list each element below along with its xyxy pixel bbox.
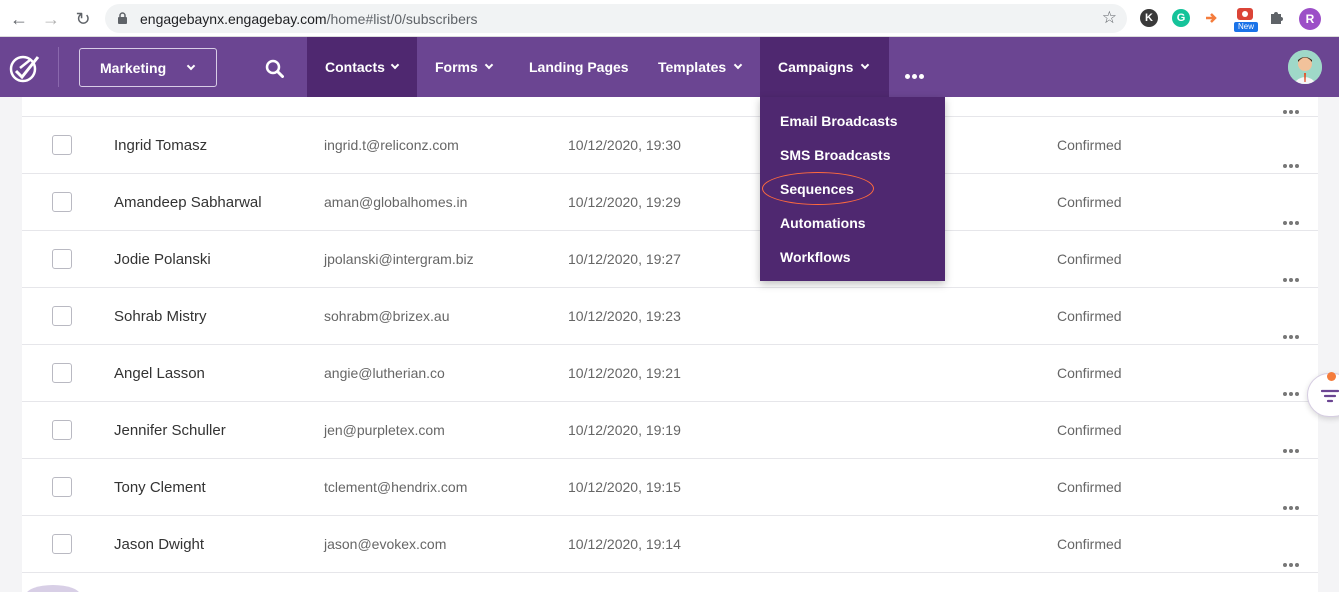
forward-arrow-icon[interactable]: → [40, 8, 62, 30]
puzzle-icon[interactable] [1268, 9, 1285, 26]
extension-k-icon[interactable]: K [1140, 9, 1158, 27]
table-row: Jennifer Schuller jen@purpletex.com 10/1… [22, 402, 1318, 459]
subscriber-email: angie@lutherian.co [324, 365, 445, 381]
table-row: Tony Clement tclement@hendrix.com 10/12/… [22, 459, 1318, 516]
subscriber-date: 10/12/2020, 19:14 [568, 536, 681, 552]
row-menu-icon[interactable] [1283, 497, 1301, 510]
row-menu-icon[interactable] [1283, 554, 1301, 567]
table-row: Amandeep Sabharwal aman@globalhomes.in 1… [22, 174, 1318, 231]
extension-arrow-icon[interactable] [1203, 9, 1221, 27]
subscriber-date: 10/12/2020, 19:15 [568, 479, 681, 495]
lock-icon [118, 12, 127, 24]
menu-item-automations[interactable]: Automations [780, 215, 866, 231]
subscriber-date: 10/12/2020, 19:29 [568, 194, 681, 210]
subscriber-status: Confirmed [1057, 194, 1122, 210]
row-menu-icon[interactable] [1283, 155, 1301, 168]
table-row: Jodie Polanski jpolanski@intergram.biz 1… [22, 231, 1318, 288]
row-menu-icon[interactable] [1283, 269, 1301, 282]
subscriber-name[interactable]: Jodie Polanski [114, 251, 211, 268]
browser-toolbar: ← → ↻ engagebaynx.engagebay.com/home#lis… [0, 0, 1339, 37]
subscriber-email: sohrabm@brizex.au [324, 308, 450, 324]
subscriber-name[interactable]: Amandeep Sabharwal [114, 194, 262, 211]
subscriber-email: jpolanski@intergram.biz [324, 251, 474, 267]
subscriber-status: Confirmed [1057, 422, 1122, 438]
subscriber-date: 10/12/2020, 19:19 [568, 422, 681, 438]
star-icon[interactable]: ☆ [1102, 8, 1117, 28]
address-bar[interactable]: engagebaynx.engagebay.com/home#list/0/su… [105, 4, 1127, 33]
row-menu-icon[interactable] [1283, 440, 1301, 453]
subscriber-status: Confirmed [1057, 365, 1122, 381]
menu-item-sms-broadcasts[interactable]: SMS Broadcasts [780, 147, 890, 163]
subscriber-status: Confirmed [1057, 536, 1122, 552]
table-row: Angel Lasson angie@lutherian.co 10/12/20… [22, 345, 1318, 402]
subscriber-status: Confirmed [1057, 251, 1122, 267]
row-checkbox[interactable] [52, 477, 72, 497]
reload-icon[interactable]: ↻ [72, 8, 94, 30]
row-checkbox[interactable] [52, 249, 72, 269]
grammarly-icon[interactable]: G [1172, 9, 1190, 27]
row-checkbox[interactable] [52, 363, 72, 383]
extension-camera-icon[interactable] [1236, 7, 1254, 21]
profile-avatar[interactable]: R [1299, 8, 1321, 30]
url-host: engagebaynx.engagebay.com [140, 11, 327, 27]
subscriber-name[interactable]: Sohrab Mistry [114, 308, 207, 325]
back-arrow-icon[interactable]: ← [8, 8, 30, 30]
row-checkbox[interactable] [52, 306, 72, 326]
subscriber-email: aman@globalhomes.in [324, 194, 468, 210]
row-menu-icon[interactable] [1283, 326, 1301, 339]
row-checkbox[interactable] [52, 534, 72, 554]
subscriber-email: jen@purpletex.com [324, 422, 445, 438]
table-row: Sohrab Mistry sohrabm@brizex.au 10/12/20… [22, 288, 1318, 345]
filter-icon [1321, 389, 1339, 403]
table-row [22, 60, 1318, 117]
filter-indicator-dot [1327, 372, 1336, 381]
subscriber-date: 10/12/2020, 19:21 [568, 365, 681, 381]
subscriber-name[interactable]: Tony Clement [114, 479, 206, 496]
subscriber-email: ingrid.t@reliconz.com [324, 137, 459, 153]
row-checkbox[interactable] [52, 135, 72, 155]
url-path: /home#list/0/subscribers [326, 11, 478, 27]
subscriber-email: tclement@hendrix.com [324, 479, 468, 495]
sequences-highlight-annotation [762, 172, 874, 205]
row-checkbox[interactable] [52, 192, 72, 212]
row-menu-icon[interactable] [1283, 383, 1301, 396]
row-checkbox[interactable] [52, 420, 72, 440]
subscriber-name[interactable]: Jason Dwight [114, 536, 204, 553]
subscriber-date: 10/12/2020, 19:27 [568, 251, 681, 267]
subscriber-status: Confirmed [1057, 308, 1122, 324]
url-text: engagebaynx.engagebay.com/home#list/0/su… [140, 11, 478, 27]
table-row: Ingrid Tomasz ingrid.t@reliconz.com 10/1… [22, 117, 1318, 174]
subscriber-date: 10/12/2020, 19:23 [568, 308, 681, 324]
row-menu-icon[interactable] [1283, 101, 1301, 114]
row-menu-icon[interactable] [1283, 212, 1301, 225]
subscriber-name[interactable]: Angel Lasson [114, 365, 205, 382]
subscriber-name[interactable]: Jennifer Schuller [114, 422, 226, 439]
table-row: Jason Dwight jason@evokex.com 10/12/2020… [22, 516, 1318, 573]
menu-item-workflows[interactable]: Workflows [780, 249, 851, 265]
subscriber-name[interactable]: Ingrid Tomasz [114, 137, 207, 154]
subscriber-status: Confirmed [1057, 137, 1122, 153]
menu-item-email-broadcasts[interactable]: Email Broadcasts [780, 113, 898, 129]
extension-new-badge: New [1234, 22, 1258, 32]
subscriber-date: 10/12/2020, 19:30 [568, 137, 681, 153]
subscriber-status: Confirmed [1057, 479, 1122, 495]
subscribers-table: Ingrid Tomasz ingrid.t@reliconz.com 10/1… [22, 97, 1318, 592]
subscriber-email: jason@evokex.com [324, 536, 447, 552]
